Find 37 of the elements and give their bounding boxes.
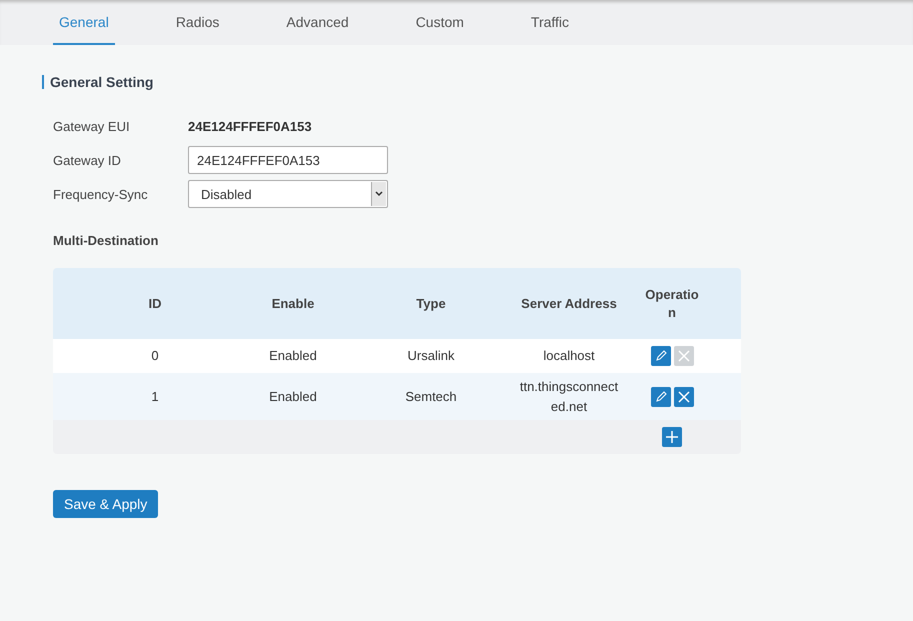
column-header: Enable — [272, 296, 314, 311]
pencil-icon — [654, 390, 666, 402]
add-button[interactable] — [662, 427, 682, 447]
delete-button[interactable] — [674, 386, 694, 406]
table-cell-text: Enabled — [269, 388, 317, 406]
plus-icon — [665, 430, 679, 444]
column-header: Server Address — [521, 296, 617, 311]
column-header: Type — [416, 296, 446, 311]
tab[interactable]: General — [53, 0, 115, 45]
section-title: General Setting — [42, 75, 913, 89]
field-label: Gateway EUI — [53, 118, 131, 134]
field-value: 24E124FFFEF0A153 — [188, 118, 312, 134]
select-field[interactable]: Disabled — [188, 180, 388, 208]
tab[interactable]: Traffic — [524, 0, 576, 45]
tab[interactable]: Advanced — [280, 0, 355, 45]
table-cell-text: Semtech — [405, 388, 457, 406]
subsection-title: Multi-Destination — [52, 233, 160, 248]
edit-button[interactable] — [650, 346, 670, 366]
edit-button[interactable] — [650, 386, 670, 406]
field-label: Frequency-Sync — [53, 186, 149, 202]
table-cell-text: 0 — [151, 347, 159, 365]
input-field[interactable]: 24E124FFFEF0A153 — [188, 146, 388, 174]
tab[interactable]: Radios — [170, 0, 226, 45]
column-header: ID — [148, 296, 162, 311]
save-button[interactable]: Save & Apply — [53, 490, 158, 518]
column-header: Operation — [644, 286, 700, 322]
table-cell-text: 1 — [151, 388, 159, 406]
caret-icon — [375, 191, 383, 197]
pencil-icon — [654, 350, 666, 362]
tab[interactable]: Custom — [410, 0, 470, 45]
field-label: Gateway ID — [53, 152, 122, 168]
table-cell-text: Ursalink — [408, 347, 454, 365]
table-cell-text: Enabled — [269, 347, 317, 365]
close-icon — [678, 350, 690, 362]
close-icon — [678, 390, 690, 402]
table-cell-text: localhost — [542, 347, 596, 365]
table-cell-text: ttn.thingsconnected.net — [518, 378, 620, 416]
